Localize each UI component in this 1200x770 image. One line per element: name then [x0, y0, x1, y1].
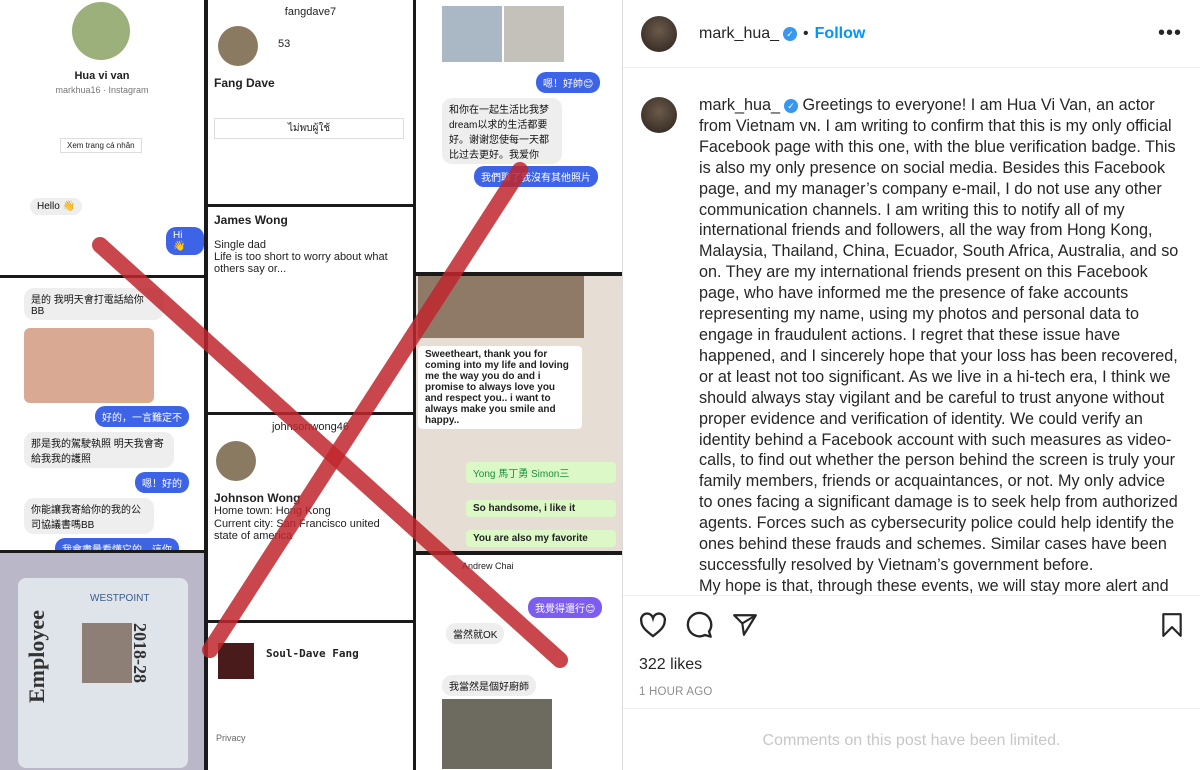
caption-body: Greetings to everyone! I am Hua Vi Van, … [699, 96, 1179, 574]
username-link[interactable]: mark_hua_ [699, 25, 779, 43]
caption-text: mark_hua_ ✓ Greetings to everyone! I am H… [699, 95, 1182, 595]
caption-username[interactable]: mark_hua_ [699, 96, 780, 114]
heart-icon[interactable] [639, 612, 667, 638]
post-sidebar: mark_hua_ ✓ • Follow ••• mark_hua_ ✓ Gree… [622, 0, 1200, 770]
share-icon[interactable] [731, 612, 759, 638]
post-timestamp[interactable]: 1 HOUR AGO [639, 686, 1184, 698]
separator: • [803, 24, 809, 42]
verified-badge-icon: ✓ [784, 99, 798, 113]
avatar[interactable] [641, 97, 677, 133]
avatar[interactable] [641, 15, 677, 52]
post-image[interactable]: Hua vi van markhua16 · Instagram Xem tra… [0, 0, 622, 770]
comment-icon[interactable] [685, 611, 713, 639]
caption-body-continued: My hope is that, through these events, w… [699, 576, 1169, 595]
verified-badge-icon: ✓ [783, 26, 798, 41]
action-bar: 322 likes 1 HOUR AGO [623, 595, 1200, 708]
follow-button[interactable]: Follow [815, 25, 866, 43]
post-header: mark_hua_ ✓ • Follow ••• [623, 0, 1200, 68]
likes-count[interactable]: 322 likes [639, 656, 1184, 674]
caption: mark_hua_ ✓ Greetings to everyone! I am H… [623, 68, 1200, 595]
more-horizontal-icon[interactable]: ••• [1158, 22, 1182, 45]
red-x-overlay [92, 162, 568, 668]
comments-limited-notice: Comments on this post have been limited. [623, 708, 1200, 750]
bookmark-icon[interactable] [1160, 612, 1184, 638]
